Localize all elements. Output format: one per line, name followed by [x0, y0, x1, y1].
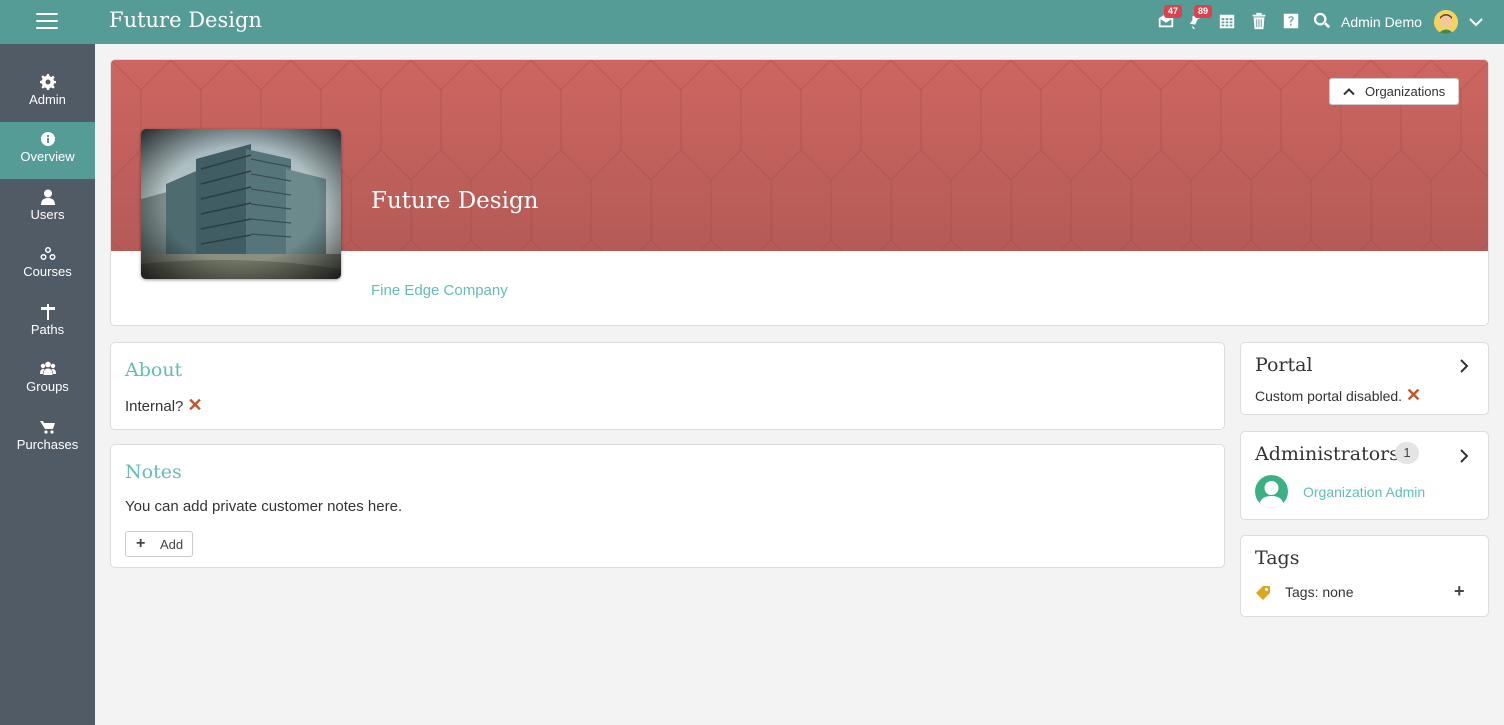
sidebar-item-label: Courses [23, 264, 72, 279]
chevron-right-icon[interactable] [1458, 359, 1470, 373]
organization-subtitle-link[interactable]: Fine Edge Company [371, 282, 508, 299]
sidebar-item-courses[interactable]: Courses [0, 237, 95, 294]
notes-card: Notes You can add private customer notes… [110, 444, 1225, 568]
admin-avatar[interactable] [1255, 475, 1288, 508]
sidebar-item-users[interactable]: Users [0, 180, 95, 237]
search-icon[interactable] [1313, 12, 1333, 32]
messages-icon[interactable]: 47 [1157, 5, 1183, 32]
organization-photo[interactable] [141, 129, 341, 279]
sidebar: Admin Overview Users Courses Paths Group… [0, 44, 95, 725]
add-note-button[interactable]: + Add [125, 531, 193, 557]
sidebar-item-label: Users [30, 207, 65, 222]
tags-card: Tags Tags: none + [1240, 535, 1489, 617]
signpost-icon [40, 304, 56, 320]
user-avatar[interactable] [1434, 10, 1458, 34]
portal-card[interactable]: Portal Custom portal disabled. ✕ [1240, 342, 1489, 415]
cart-icon [39, 419, 56, 435]
sidebar-item-label: Admin [29, 92, 66, 107]
info-icon [40, 131, 56, 147]
tags-text: Tags: none [1285, 584, 1354, 600]
about-card: About Internal? ✕ [110, 342, 1225, 430]
top-bar: Future Design 47 89 Admin Demo [0, 0, 1504, 44]
sidebar-item-groups[interactable]: Groups [0, 352, 95, 409]
calendar-icon[interactable] [1218, 12, 1238, 32]
about-title: About [125, 359, 183, 381]
internal-label: Internal? [125, 398, 184, 415]
sidebar-item-label: Overview [20, 149, 75, 164]
sidebar-item-purchases[interactable]: Purchases [0, 410, 95, 467]
notifications-badge: 89 [1194, 5, 1213, 18]
chevron-up-icon [1343, 88, 1355, 96]
hamburger-menu-icon[interactable] [36, 13, 58, 31]
notes-text: You can add private customer notes here. [125, 498, 403, 515]
organizations-button[interactable]: Organizations [1329, 78, 1459, 105]
courses-icon [40, 246, 56, 262]
chevron-right-icon[interactable] [1458, 449, 1470, 463]
trash-icon[interactable] [1250, 12, 1270, 32]
portal-title: Portal [1255, 354, 1313, 376]
plus-icon: + [136, 535, 146, 552]
tags-title: Tags [1255, 547, 1300, 569]
user-icon [40, 189, 56, 205]
sidebar-item-paths[interactable]: Paths [0, 295, 95, 352]
x-mark-icon: ✕ [187, 395, 203, 415]
sidebar-item-overview[interactable]: Overview [0, 122, 95, 179]
portal-status: Custom portal disabled. ✕ [1255, 385, 1421, 406]
sidebar-item-admin[interactable]: Admin [0, 65, 95, 122]
organization-name: Future Design [371, 188, 539, 214]
add-tag-button[interactable]: + [1454, 581, 1465, 602]
user-name[interactable]: Admin Demo [1341, 14, 1422, 30]
administrators-card[interactable]: Administrators 1 Organization Admin [1240, 431, 1489, 520]
portal-status-text: Custom portal disabled. [1255, 388, 1403, 404]
administrators-count-badge: 1 [1395, 442, 1419, 464]
chevron-down-icon[interactable] [1468, 14, 1484, 30]
messages-badge: 47 [1164, 5, 1183, 18]
administrators-title: Administrators [1255, 443, 1399, 465]
internal-field: Internal? ✕ [125, 395, 203, 416]
gear-icon [39, 74, 56, 90]
x-mark-icon: ✕ [1405, 385, 1422, 405]
app-title: Future Design [109, 8, 262, 32]
help-icon[interactable] [1282, 12, 1302, 32]
sidebar-item-label: Groups [26, 379, 69, 394]
organization-header-card: Organizations Future Design Fine Edge Co… [110, 59, 1489, 326]
sidebar-item-label: Paths [30, 322, 65, 337]
notes-title: Notes [125, 461, 182, 483]
group-icon [39, 361, 56, 377]
notifications-icon[interactable]: 89 [1187, 5, 1213, 32]
admin-name-link[interactable]: Organization Admin [1303, 484, 1425, 500]
tag-icon [1256, 586, 1270, 600]
sidebar-item-label: Purchases [16, 437, 79, 452]
